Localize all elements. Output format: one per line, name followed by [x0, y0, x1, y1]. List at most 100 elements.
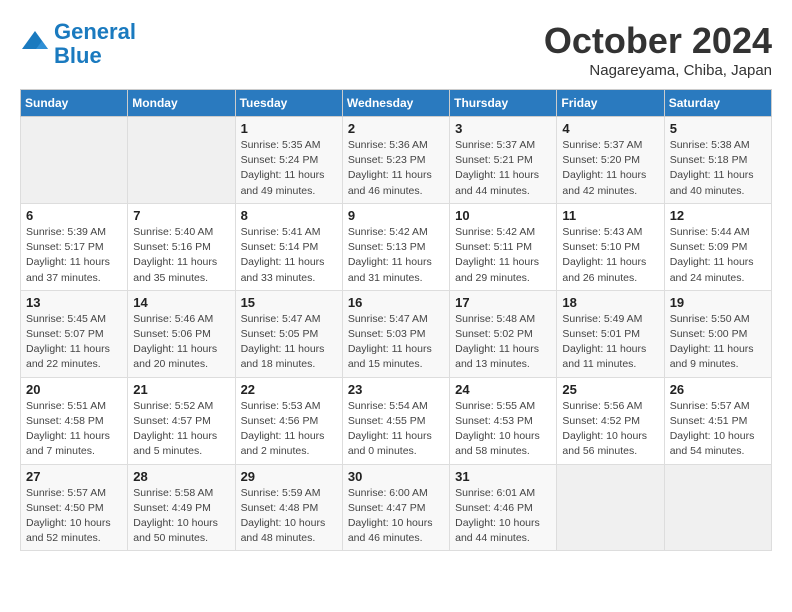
calendar-table: SundayMondayTuesdayWednesdayThursdayFrid…: [20, 89, 772, 551]
day-info: Sunrise: 5:48 AM Sunset: 5:02 PM Dayligh…: [455, 312, 551, 373]
day-number: 12: [670, 208, 766, 223]
day-number: 27: [26, 469, 122, 484]
calendar-cell: 13 Sunrise: 5:45 AM Sunset: 5:07 PM Dayli…: [21, 290, 128, 377]
location-subtitle: Nagareyama, Chiba, Japan: [544, 62, 772, 79]
col-header-wednesday: Wednesday: [342, 90, 449, 117]
logo-line2: Blue: [54, 43, 102, 68]
day-number: 7: [133, 208, 229, 223]
day-info: Sunrise: 5:55 AM Sunset: 4:53 PM Dayligh…: [455, 399, 551, 460]
day-number: 5: [670, 121, 766, 136]
calendar-cell: 29 Sunrise: 5:59 AM Sunset: 4:48 PM Dayli…: [235, 464, 342, 551]
col-header-saturday: Saturday: [664, 90, 771, 117]
logo-line1: General: [54, 19, 136, 44]
day-info: Sunrise: 5:40 AM Sunset: 5:16 PM Dayligh…: [133, 225, 229, 286]
col-header-monday: Monday: [128, 90, 235, 117]
day-info: Sunrise: 5:57 AM Sunset: 4:50 PM Dayligh…: [26, 486, 122, 547]
day-info: Sunrise: 5:35 AM Sunset: 5:24 PM Dayligh…: [241, 138, 337, 199]
day-number: 29: [241, 469, 337, 484]
day-number: 28: [133, 469, 229, 484]
day-info: Sunrise: 5:38 AM Sunset: 5:18 PM Dayligh…: [670, 138, 766, 199]
day-info: Sunrise: 5:42 AM Sunset: 5:11 PM Dayligh…: [455, 225, 551, 286]
day-number: 6: [26, 208, 122, 223]
calendar-week-row: 1 Sunrise: 5:35 AM Sunset: 5:24 PM Daylig…: [21, 117, 772, 204]
calendar-header-row: SundayMondayTuesdayWednesdayThursdayFrid…: [21, 90, 772, 117]
calendar-cell: [128, 117, 235, 204]
day-info: Sunrise: 5:56 AM Sunset: 4:52 PM Dayligh…: [562, 399, 658, 460]
col-header-thursday: Thursday: [450, 90, 557, 117]
day-number: 4: [562, 121, 658, 136]
day-number: 31: [455, 469, 551, 484]
calendar-cell: 26 Sunrise: 5:57 AM Sunset: 4:51 PM Dayli…: [664, 377, 771, 464]
day-info: Sunrise: 5:53 AM Sunset: 4:56 PM Dayligh…: [241, 399, 337, 460]
calendar-cell: 24 Sunrise: 5:55 AM Sunset: 4:53 PM Dayli…: [450, 377, 557, 464]
calendar-cell: [21, 117, 128, 204]
page-header: General Blue October 2024 Nagareyama, Ch…: [20, 20, 772, 79]
day-info: Sunrise: 5:57 AM Sunset: 4:51 PM Dayligh…: [670, 399, 766, 460]
day-number: 13: [26, 295, 122, 310]
day-number: 10: [455, 208, 551, 223]
calendar-cell: 8 Sunrise: 5:41 AM Sunset: 5:14 PM Daylig…: [235, 203, 342, 290]
day-number: 9: [348, 208, 444, 223]
day-info: Sunrise: 5:36 AM Sunset: 5:23 PM Dayligh…: [348, 138, 444, 199]
calendar-week-row: 27 Sunrise: 5:57 AM Sunset: 4:50 PM Dayli…: [21, 464, 772, 551]
day-info: Sunrise: 5:37 AM Sunset: 5:21 PM Dayligh…: [455, 138, 551, 199]
col-header-sunday: Sunday: [21, 90, 128, 117]
col-header-tuesday: Tuesday: [235, 90, 342, 117]
day-info: Sunrise: 6:01 AM Sunset: 4:46 PM Dayligh…: [455, 486, 551, 547]
calendar-cell: 27 Sunrise: 5:57 AM Sunset: 4:50 PM Dayli…: [21, 464, 128, 551]
calendar-cell: 17Sunrise: 5:48 AM Sunset: 5:02 PM Dayli…: [450, 290, 557, 377]
calendar-cell: 19Sunrise: 5:50 AM Sunset: 5:00 PM Dayli…: [664, 290, 771, 377]
day-info: Sunrise: 5:45 AM Sunset: 5:07 PM Dayligh…: [26, 312, 122, 373]
calendar-cell: 1 Sunrise: 5:35 AM Sunset: 5:24 PM Daylig…: [235, 117, 342, 204]
month-title: October 2024: [544, 20, 772, 62]
day-number: 22: [241, 382, 337, 397]
day-number: 1: [241, 121, 337, 136]
day-info: Sunrise: 5:39 AM Sunset: 5:17 PM Dayligh…: [26, 225, 122, 286]
day-info: Sunrise: 5:42 AM Sunset: 5:13 PM Dayligh…: [348, 225, 444, 286]
title-block: October 2024 Nagareyama, Chiba, Japan: [544, 20, 772, 79]
calendar-cell: 22 Sunrise: 5:53 AM Sunset: 4:56 PM Dayli…: [235, 377, 342, 464]
day-info: Sunrise: 5:49 AM Sunset: 5:01 PM Dayligh…: [562, 312, 658, 373]
calendar-cell: 28 Sunrise: 5:58 AM Sunset: 4:49 PM Dayli…: [128, 464, 235, 551]
calendar-cell: 10 Sunrise: 5:42 AM Sunset: 5:11 PM Dayli…: [450, 203, 557, 290]
day-number: 14: [133, 295, 229, 310]
day-number: 15: [241, 295, 337, 310]
calendar-cell: 18Sunrise: 5:49 AM Sunset: 5:01 PM Dayli…: [557, 290, 664, 377]
logo-icon: [20, 29, 50, 59]
calendar-cell: 4Sunrise: 5:37 AM Sunset: 5:20 PM Daylig…: [557, 117, 664, 204]
calendar-week-row: 13 Sunrise: 5:45 AM Sunset: 5:07 PM Dayli…: [21, 290, 772, 377]
calendar-cell: 9 Sunrise: 5:42 AM Sunset: 5:13 PM Daylig…: [342, 203, 449, 290]
day-info: Sunrise: 5:47 AM Sunset: 5:03 PM Dayligh…: [348, 312, 444, 373]
day-info: Sunrise: 6:00 AM Sunset: 4:47 PM Dayligh…: [348, 486, 444, 547]
day-info: Sunrise: 5:59 AM Sunset: 4:48 PM Dayligh…: [241, 486, 337, 547]
day-number: 11: [562, 208, 658, 223]
day-info: Sunrise: 5:41 AM Sunset: 5:14 PM Dayligh…: [241, 225, 337, 286]
day-number: 24: [455, 382, 551, 397]
calendar-cell: 6 Sunrise: 5:39 AM Sunset: 5:17 PM Daylig…: [21, 203, 128, 290]
day-info: Sunrise: 5:50 AM Sunset: 5:00 PM Dayligh…: [670, 312, 766, 373]
day-number: 20: [26, 382, 122, 397]
day-info: Sunrise: 5:44 AM Sunset: 5:09 PM Dayligh…: [670, 225, 766, 286]
calendar-cell: 7 Sunrise: 5:40 AM Sunset: 5:16 PM Daylig…: [128, 203, 235, 290]
calendar-cell: [557, 464, 664, 551]
day-info: Sunrise: 5:58 AM Sunset: 4:49 PM Dayligh…: [133, 486, 229, 547]
day-info: Sunrise: 5:51 AM Sunset: 4:58 PM Dayligh…: [26, 399, 122, 460]
day-info: Sunrise: 5:46 AM Sunset: 5:06 PM Dayligh…: [133, 312, 229, 373]
day-info: Sunrise: 5:47 AM Sunset: 5:05 PM Dayligh…: [241, 312, 337, 373]
calendar-cell: 11 Sunrise: 5:43 AM Sunset: 5:10 PM Dayli…: [557, 203, 664, 290]
calendar-cell: 5 Sunrise: 5:38 AM Sunset: 5:18 PM Daylig…: [664, 117, 771, 204]
day-number: 23: [348, 382, 444, 397]
logo: General Blue: [20, 20, 136, 68]
calendar-cell: [664, 464, 771, 551]
calendar-cell: 12 Sunrise: 5:44 AM Sunset: 5:09 PM Dayli…: [664, 203, 771, 290]
day-number: 25: [562, 382, 658, 397]
day-number: 8: [241, 208, 337, 223]
day-number: 26: [670, 382, 766, 397]
day-info: Sunrise: 5:43 AM Sunset: 5:10 PM Dayligh…: [562, 225, 658, 286]
calendar-cell: 15 Sunrise: 5:47 AM Sunset: 5:05 PM Dayli…: [235, 290, 342, 377]
calendar-cell: 23 Sunrise: 5:54 AM Sunset: 4:55 PM Dayli…: [342, 377, 449, 464]
day-number: 30: [348, 469, 444, 484]
day-info: Sunrise: 5:54 AM Sunset: 4:55 PM Dayligh…: [348, 399, 444, 460]
day-info: Sunrise: 5:52 AM Sunset: 4:57 PM Dayligh…: [133, 399, 229, 460]
calendar-cell: 3Sunrise: 5:37 AM Sunset: 5:21 PM Daylig…: [450, 117, 557, 204]
